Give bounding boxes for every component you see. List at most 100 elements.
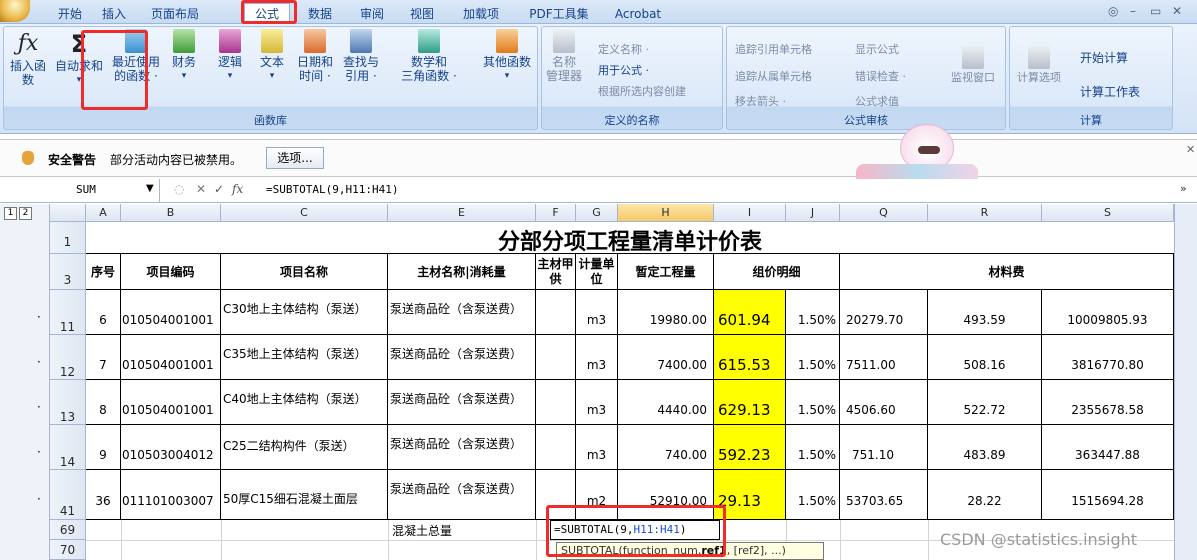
define-name-button[interactable]: 定义名称 · xyxy=(598,41,649,57)
cell-qty[interactable]: 19980.00 xyxy=(618,290,714,335)
cell-unit[interactable]: m3 xyxy=(576,290,618,335)
show-formulas-button[interactable]: 显示公式 xyxy=(855,41,899,57)
header-qty[interactable]: 暂定工程量 xyxy=(618,254,714,290)
column-header[interactable]: E xyxy=(388,204,536,222)
cell-seq[interactable]: 7 xyxy=(86,335,121,380)
calc-options-button[interactable]: 计算选项 xyxy=(1012,45,1066,85)
name-manager-button[interactable]: 名称 管理器 xyxy=(544,29,584,83)
name-box[interactable]: SUM ▼ xyxy=(0,179,160,202)
cell-price[interactable]: 592.23 xyxy=(714,425,786,470)
create-from-selection-button[interactable]: 根据所选内容创建 xyxy=(598,83,686,99)
cell-code[interactable]: 010504001001 xyxy=(121,290,221,335)
cell-rate[interactable]: 1.50% xyxy=(786,290,840,335)
insert-function-button[interactable]: ƒx 插入函数 xyxy=(6,29,50,87)
cell-code[interactable]: 011101003007 xyxy=(121,470,221,520)
cell-material[interactable]: 泵送商品砼（含泵送费） xyxy=(388,335,536,380)
close-icon[interactable]: ✕ xyxy=(1172,4,1182,18)
more-functions-button[interactable]: 其他函数 ▾ xyxy=(478,29,536,83)
outline-level-1[interactable]: 1 xyxy=(4,207,17,220)
cell-name[interactable]: C30地上主体结构（泵送） xyxy=(221,290,388,335)
calculate-now-button[interactable]: 开始计算 xyxy=(1080,49,1128,66)
concrete-total-label[interactable]: 混凝土总量 xyxy=(392,522,452,539)
column-header[interactable]: B xyxy=(121,204,221,222)
header-material[interactable]: 主材名称|消耗量 xyxy=(388,254,536,290)
tab-data[interactable]: 数据 xyxy=(302,4,338,24)
cell-price[interactable]: 629.13 xyxy=(714,380,786,425)
lookup-button[interactable]: 查找与 引用 · xyxy=(338,29,384,83)
header-code[interactable]: 项目编码 xyxy=(121,254,221,290)
cell-main-supply[interactable] xyxy=(536,425,576,470)
column-header[interactable]: S xyxy=(1042,204,1174,222)
row-header[interactable]: 69 xyxy=(50,520,86,540)
cell-rate[interactable]: 1.50% xyxy=(786,470,840,520)
column-header[interactable]: F xyxy=(536,204,576,222)
cell-name[interactable]: C40地上主体结构（泵送） xyxy=(221,380,388,425)
cell-material[interactable]: 泵送商品砼（含泵送费） xyxy=(388,290,536,335)
sheet-title[interactable]: 分部分项工程量清单计价表 xyxy=(86,224,1174,256)
vertical-scrollbar[interactable] xyxy=(1174,204,1197,560)
cell-q[interactable]: 751.10 xyxy=(840,425,928,470)
select-all-corner[interactable] xyxy=(50,204,86,222)
cell-name[interactable]: C35地上主体结构（泵送） xyxy=(221,335,388,380)
header-name[interactable]: 项目名称 xyxy=(221,254,388,290)
row-header[interactable]: 3 xyxy=(50,254,86,290)
cell-qty[interactable]: 4440.00 xyxy=(618,380,714,425)
financial-button[interactable]: 财务 ▾ xyxy=(164,29,204,83)
cell-material[interactable]: 泵送商品砼（含泵送费） xyxy=(388,425,536,470)
column-header[interactable]: R xyxy=(928,204,1042,222)
restore-icon[interactable]: ▭ xyxy=(1150,4,1161,18)
tab-view[interactable]: 视图 xyxy=(404,4,440,24)
trace-precedents-button[interactable]: 追踪引用单元格 xyxy=(735,41,812,57)
text-button[interactable]: 文本 ▾ xyxy=(252,29,292,83)
cell-unit[interactable]: m3 xyxy=(576,380,618,425)
header-price-detail[interactable]: 组价明细 xyxy=(714,254,840,290)
column-header[interactable]: G xyxy=(576,204,618,222)
office-button-icon[interactable] xyxy=(0,0,30,22)
insert-fx-icon[interactable]: fx xyxy=(232,182,243,196)
header-unit[interactable]: 计量单位 xyxy=(576,254,618,290)
trace-dependents-button[interactable]: 追踪从属单元格 xyxy=(735,68,812,84)
cell-material[interactable]: 泵送商品砼（含泵送费） xyxy=(388,470,536,520)
cell-r[interactable]: 508.16 xyxy=(928,335,1042,380)
error-checking-button[interactable]: 错误检查 · xyxy=(855,68,906,84)
calculate-sheet-button[interactable]: 计算工作表 xyxy=(1080,83,1140,100)
evaluate-formula-button[interactable]: 公式求值 xyxy=(855,93,899,109)
cell-qty[interactable]: 740.00 xyxy=(618,425,714,470)
datetime-button[interactable]: 日期和 时间 · xyxy=(292,29,338,83)
cell-name[interactable]: C25二结构构件（泵送） xyxy=(221,425,388,470)
cell-r[interactable]: 522.72 xyxy=(928,380,1042,425)
column-header[interactable]: A xyxy=(86,204,121,222)
tab-insert[interactable]: 插入 xyxy=(96,4,132,24)
cell-q[interactable]: 53703.65 xyxy=(840,470,928,520)
cell-s[interactable]: 3816770.80 xyxy=(1042,335,1174,380)
tab-pdf-tools[interactable]: PDF工具集 xyxy=(522,4,596,24)
cell-seq[interactable]: 9 xyxy=(86,425,121,470)
cell-seq[interactable]: 6 xyxy=(86,290,121,335)
cell-q[interactable]: 4506.60 xyxy=(840,380,928,425)
outline-level-2[interactable]: 2 xyxy=(19,207,32,220)
enter-check-icon[interactable]: ✓ xyxy=(214,182,224,196)
header-material-fee[interactable]: 材料费 xyxy=(840,254,1174,290)
cell-unit[interactable]: m3 xyxy=(576,425,618,470)
cell-rate[interactable]: 1.50% xyxy=(786,425,840,470)
remove-arrows-button[interactable]: 移去箭头 · xyxy=(735,93,786,109)
column-header[interactable]: I xyxy=(714,204,786,222)
cell-s[interactable]: 10009805.93 xyxy=(1042,290,1174,335)
header-main-supply[interactable]: 主材甲供 xyxy=(536,254,576,290)
tab-addins[interactable]: 加载项 xyxy=(454,4,508,24)
minimize-icon[interactable]: – xyxy=(1130,4,1136,18)
watch-window-button[interactable]: 监视窗口 xyxy=(945,45,1001,85)
row-header[interactable]: 70 xyxy=(50,540,86,560)
row-header[interactable]: 11 xyxy=(50,290,86,335)
cell-main-supply[interactable] xyxy=(536,290,576,335)
row-header[interactable]: 13 xyxy=(50,380,86,425)
cell-main-supply[interactable] xyxy=(536,380,576,425)
cell-q[interactable]: 20279.70 xyxy=(840,290,928,335)
cell-r[interactable]: 493.59 xyxy=(928,290,1042,335)
cell-s[interactable]: 363447.88 xyxy=(1042,425,1174,470)
cell-price[interactable]: 601.94 xyxy=(714,290,786,335)
cell-seq[interactable]: 36 xyxy=(86,470,121,520)
cell-code[interactable]: 010504001001 xyxy=(121,335,221,380)
row-header[interactable]: 1 xyxy=(50,222,86,254)
cell-seq[interactable]: 8 xyxy=(86,380,121,425)
